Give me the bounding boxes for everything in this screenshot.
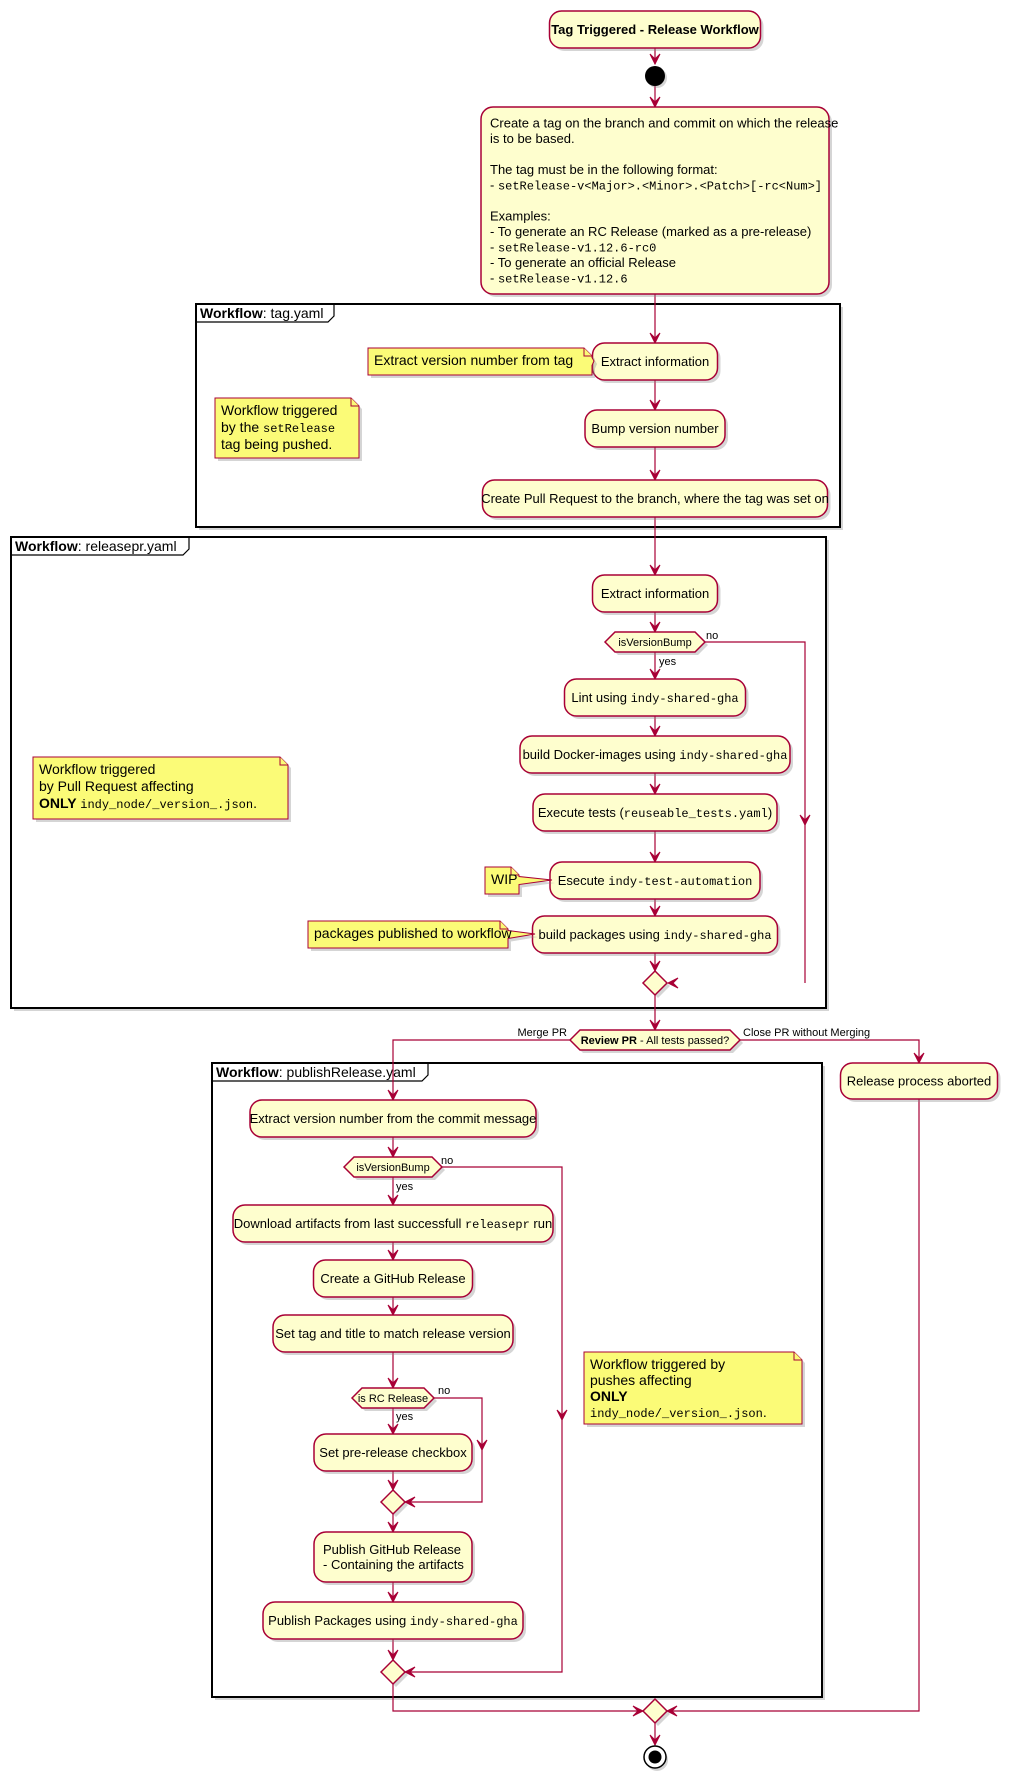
publish-set-prerelease-text: Set pre-release checkbox	[319, 1445, 467, 1460]
note-publish-trigger-text: ONLY	[590, 1388, 628, 1404]
tag-extract-information: Extract information	[591, 342, 721, 383]
review-pr-decision-text: Review PR - All tests passed?	[581, 1035, 730, 1047]
publish-set-tag-title: Set tag and title to match release versi…	[272, 1314, 516, 1355]
releasepr-extract-information-text: Extract information	[601, 586, 709, 601]
publish-isversionbump: isVersionBump	[342, 1156, 445, 1180]
start-node	[645, 66, 667, 88]
releasepr-lint: Lint using indy-shared-gha	[563, 678, 749, 719]
releasepr-build-packages-text: build packages using indy-shared-gha	[538, 927, 771, 943]
note-extract-version: Extract version number from tag	[367, 347, 597, 378]
rc-no-label: no	[438, 1385, 450, 1397]
end-node	[643, 1745, 668, 1771]
release-process-aborted: Release process aborted	[839, 1062, 1001, 1102]
rc-yes-label: yes	[396, 1411, 414, 1423]
frame-tag-yaml-title: Workflow: tag.yaml	[200, 305, 323, 321]
releasepr-isversionbump-text: isVersionBump	[618, 637, 691, 649]
merge-pr-label: Merge PR	[517, 1027, 567, 1039]
note-publish-trigger: Workflow triggered bypushes affectingONL…	[583, 1351, 805, 1427]
note-publish-trigger-text: pushes affecting	[590, 1372, 692, 1388]
note-tag-trigger-text: Workflow triggered	[221, 402, 337, 418]
publish-no-label: no	[441, 1155, 453, 1167]
note-wip-text: WIP	[491, 871, 517, 887]
note-publish-trigger-text: indy_node/_version_.json.	[590, 1404, 767, 1421]
intro-instructions-text: - setRelease-v1.12.6	[490, 271, 628, 287]
note-extract-version-text: Extract version number from tag	[374, 352, 573, 368]
publish-is-rc-release-text: is RC Release	[358, 1393, 428, 1405]
note-packages-published-text: packages published to workflow	[314, 925, 513, 941]
releasepr-build-docker-text: build Docker-images using indy-shared-gh…	[523, 747, 788, 763]
diagram-title: Tag Triggered - Release Workflow	[548, 10, 764, 51]
publish-packages-text: Publish Packages using indy-shared-gha	[268, 1613, 518, 1629]
intro-instructions-text: - To generate an RC Release (marked as a…	[490, 224, 811, 239]
note-releasepr-trigger: Workflow triggeredby Pull Request affect…	[32, 756, 291, 822]
publish-download-artifacts: Download artifacts from last successfull…	[232, 1204, 556, 1245]
publish-github-release-text: - Containing the artifacts	[323, 1557, 464, 1572]
release-process-aborted-text: Release process aborted	[847, 1074, 992, 1089]
close-pr-label: Close PR without Merging	[743, 1027, 870, 1039]
publish-create-github-release-text: Create a GitHub Release	[320, 1271, 465, 1286]
note-releasepr-trigger-text: by Pull Request affecting	[39, 778, 194, 794]
intro-instructions-text: Create a tag on the branch and commit on…	[490, 116, 838, 131]
publish-download-artifacts-text: Download artifacts from last successfull…	[234, 1216, 552, 1232]
releasepr-lint-text: Lint using indy-shared-gha	[571, 690, 738, 706]
intro-instructions-text: Examples:	[490, 209, 551, 224]
review-pr-decision: Review PR - All tests passed?	[568, 1029, 743, 1053]
note-releasepr-trigger-text: ONLY indy_node/_version_.json.	[39, 795, 257, 812]
note-publish-trigger-text: Workflow triggered by	[590, 1356, 725, 1372]
note-tag-trigger-text: tag being pushed.	[221, 436, 332, 452]
publish-extract-version-text: Extract version number from the commit m…	[250, 1111, 537, 1126]
frame-releasepr-yaml-title: Workflow: releasepr.yaml	[15, 538, 177, 554]
publish-github-release-text: Publish GitHub Release	[323, 1542, 461, 1557]
intro-instructions-text: - To generate an official Release	[490, 255, 676, 270]
tag-create-pull-request: Create Pull Request to the branch, where…	[481, 479, 831, 520]
publish-set-prerelease: Set pre-release checkbox	[313, 1433, 475, 1474]
releasepr-build-docker: build Docker-images using indy-shared-gh…	[519, 735, 793, 776]
note-tag-trigger: Workflow triggeredby the setReleasetag b…	[214, 397, 362, 461]
intro-instructions: Create a tag on the branch and commit on…	[480, 106, 838, 297]
tag-bump-version: Bump version number	[584, 409, 728, 450]
flow-edge	[740, 1039, 920, 1063]
releasepr-no-label: no	[706, 630, 718, 642]
note-tag-trigger-text: by the setRelease	[221, 419, 335, 436]
releasepr-indy-test-automation-text: Esecute indy-test-automation	[558, 873, 753, 889]
releasepr-yes-label: yes	[659, 656, 677, 668]
note-releasepr-trigger-text: Workflow triggered	[39, 761, 155, 777]
intro-instructions-text: - setRelease-v1.12.6-rc0	[490, 240, 656, 256]
release-workflow-diagram: Workflow: tag.yaml Workflow: releasepr.ya…	[10, 10, 1001, 1771]
intro-instructions-text: is to be based.	[490, 131, 575, 146]
releasepr-indy-test-automation: Esecute indy-test-automation	[549, 861, 763, 902]
releasepr-extract-information: Extract information	[591, 574, 721, 615]
tag-create-pull-request-text: Create Pull Request to the branch, where…	[481, 491, 829, 506]
publish-is-rc-release: is RC Release	[350, 1387, 437, 1411]
tag-extract-information-text: Extract information	[601, 354, 709, 369]
publish-create-github-release: Create a GitHub Release	[312, 1259, 476, 1300]
publish-yes-label: yes	[396, 1181, 414, 1193]
publish-set-tag-title-text: Set tag and title to match release versi…	[275, 1326, 511, 1341]
releasepr-isversionbump: isVersionBump	[603, 631, 708, 655]
diagram-title-text: Tag Triggered - Release Workflow	[551, 22, 759, 37]
intro-instructions-text: - setRelease-v<Major>.<Minor>.<Patch>[-r…	[490, 178, 822, 194]
note-packages-published: packages published to workflow	[307, 920, 538, 951]
releasepr-execute-tests: Execute tests (reuseable_tests.yaml)	[532, 793, 780, 834]
releasepr-execute-tests-text: Execute tests (reuseable_tests.yaml)	[538, 805, 772, 821]
publish-extract-version: Extract version number from the commit m…	[249, 1099, 539, 1140]
publish-isversionbump-text: isVersionBump	[356, 1162, 429, 1174]
publish-github-release: Publish GitHub Release - Containing the …	[313, 1531, 475, 1585]
releasepr-build-packages: build packages using indy-shared-gha	[531, 915, 781, 956]
final-merge-diamond	[641, 1697, 670, 1726]
intro-instructions-text: The tag must be in the following format:	[490, 162, 718, 177]
tag-bump-version-text: Bump version number	[591, 421, 719, 436]
publish-packages: Publish Packages using indy-shared-gha	[262, 1601, 526, 1642]
frame-publishrelease-yaml-title: Workflow: publishRelease.yaml	[216, 1064, 416, 1080]
